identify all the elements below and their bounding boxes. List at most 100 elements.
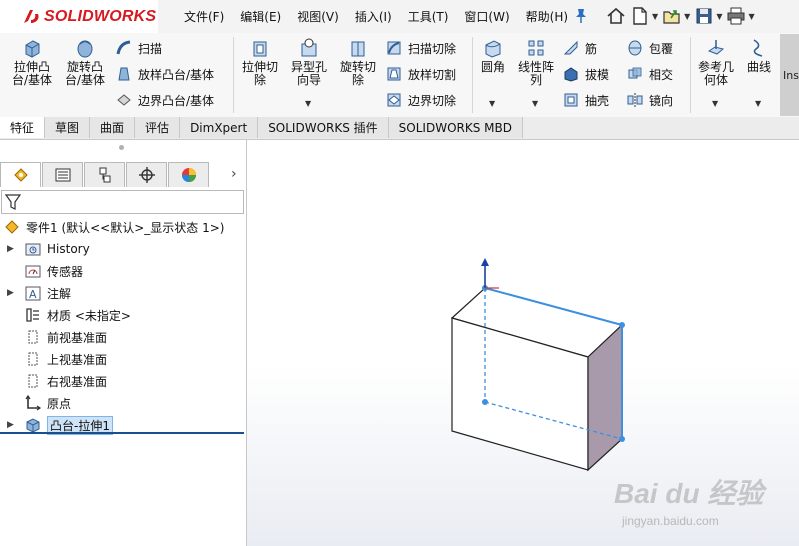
menu-view[interactable]: 视图(V)	[289, 8, 347, 25]
tree-item-top-plane[interactable]: 上视基准面	[0, 348, 246, 370]
expand-arrow-icon[interactable]: ▶	[7, 244, 14, 254]
lofted-cut-button[interactable]: 放样切割	[385, 65, 456, 83]
sweep-label: 扫描	[138, 41, 163, 56]
tab-sketch[interactable]: 草图	[45, 117, 91, 138]
solidworks-logo[interactable]: SOLIDWORKS	[0, 0, 158, 33]
chevron-down-icon[interactable]: ▼	[748, 12, 754, 21]
feature-manager-panel: › 零件1 (默认<<默认>_显示状态 1>) ▶ History 传感器 ▶ …	[0, 140, 247, 546]
draft-label: 拔模	[585, 67, 610, 82]
vertex-point[interactable]	[619, 322, 625, 328]
extrude-boss-button[interactable]: 拉伸凸 台/基体	[8, 37, 56, 87]
vertex-point[interactable]	[482, 399, 488, 405]
chevron-down-icon[interactable]: ▼	[489, 99, 495, 108]
annotation-icon: A	[25, 286, 41, 301]
extrude-cut-icon	[253, 41, 267, 57]
svg-text:A: A	[29, 288, 37, 301]
material-icon	[26, 308, 39, 322]
reference-geometry-button[interactable]: 参考几 何体	[694, 37, 738, 87]
new-document-button[interactable]: ▼	[630, 6, 658, 26]
curves-icon	[753, 39, 763, 57]
chevron-right-icon[interactable]: ›	[231, 166, 237, 182]
tab-configuration-manager[interactable]	[84, 162, 125, 187]
chevron-down-icon[interactable]: ▼	[305, 99, 311, 108]
ribbon-divider	[690, 37, 691, 113]
tab-dimxpert-manager[interactable]	[126, 162, 167, 187]
linear-pattern-button[interactable]: 线性阵 列	[514, 37, 558, 87]
tree-item-sensors[interactable]: 传感器	[0, 260, 246, 282]
swept-cut-button[interactable]: 扫描切除	[385, 39, 456, 57]
tree-filter[interactable]	[1, 190, 244, 214]
menu-edit[interactable]: 编辑(E)	[232, 8, 289, 25]
chevron-down-icon[interactable]: ▼	[755, 99, 761, 108]
panel-splitter-handle[interactable]	[119, 145, 124, 150]
tree-item-right-plane[interactable]: 右视基准面	[0, 370, 246, 392]
tab-addins[interactable]: SOLIDWORKS 插件	[258, 117, 389, 138]
expand-arrow-icon[interactable]: ▶	[7, 288, 14, 298]
tree-item-annotations[interactable]: ▶ A 注解	[0, 282, 246, 304]
tab-dimxpert[interactable]: DimXpert	[180, 117, 259, 138]
loft-boss-button[interactable]: 放样凸台/基体	[115, 65, 214, 83]
tab-mbd[interactable]: SOLIDWORKS MBD	[388, 117, 523, 138]
extrude-cut-button[interactable]: 拉伸切 除	[237, 37, 283, 87]
hole-wizard-button[interactable]: 异型孔 向导	[286, 37, 332, 87]
revolve-boss-button[interactable]: 旋转凸 台/基体	[60, 37, 110, 87]
draft-button[interactable]: 拔模	[562, 65, 609, 83]
tab-features[interactable]: 特征	[0, 117, 46, 138]
tab-property-manager[interactable]	[42, 162, 83, 187]
pin-icon[interactable]	[574, 8, 588, 24]
open-button[interactable]: ▼	[662, 6, 690, 26]
chevron-down-icon[interactable]: ▼	[716, 12, 722, 21]
shell-button[interactable]: 抽壳	[562, 91, 609, 109]
feature-manager-icon	[13, 168, 28, 182]
chevron-down-icon[interactable]: ▼	[684, 12, 690, 21]
save-button[interactable]: ▼	[694, 6, 722, 26]
menu-help[interactable]: 帮助(H)	[518, 8, 576, 25]
arrow-up-icon	[481, 258, 489, 266]
tree-item-origin[interactable]: 原点	[0, 392, 246, 414]
sweep-button[interactable]: 扫描	[115, 39, 162, 57]
mirror-button[interactable]: 镜向	[626, 91, 673, 109]
intersect-button[interactable]: 相交	[626, 65, 673, 83]
fillet-button[interactable]: 圆角	[476, 37, 510, 74]
new-document-icon	[633, 7, 647, 25]
boundary-boss-button[interactable]: 边界凸台/基体	[115, 91, 214, 109]
boundary-cut-button[interactable]: 边界切除	[385, 91, 456, 109]
menu-tools[interactable]: 工具(T)	[400, 8, 457, 25]
revolve-boss-label: 旋转凸 台/基体	[64, 60, 106, 87]
chevron-down-icon[interactable]: ▼	[532, 99, 538, 108]
tab-surfaces[interactable]: 曲面	[90, 117, 136, 138]
tree-root-part[interactable]: 零件1 (默认<<默认>_显示状态 1>)	[0, 216, 246, 238]
rib-button[interactable]: 筋	[562, 39, 597, 57]
rollback-bar[interactable]	[0, 432, 244, 434]
extrude-boss-icon	[25, 40, 40, 58]
loft-boss-icon	[118, 67, 130, 81]
tree-item-material[interactable]: 材质 <未指定>	[0, 304, 246, 326]
wrap-button[interactable]: 包覆	[626, 39, 673, 57]
tab-evaluate[interactable]: 评估	[135, 117, 181, 138]
print-button[interactable]: ▼	[726, 6, 755, 26]
tab-display-manager[interactable]	[168, 162, 209, 187]
print-icon	[727, 7, 745, 25]
chevron-down-icon[interactable]: ▼	[652, 12, 658, 21]
chevron-down-icon[interactable]: ▼	[712, 99, 718, 108]
curves-button[interactable]: 曲线	[741, 37, 777, 74]
linear-pattern-label: 线性阵 列	[517, 60, 554, 87]
tab-feature-manager[interactable]	[0, 162, 41, 187]
hole-wizard-icon	[301, 38, 317, 57]
instant3d-button[interactable]: Ins	[780, 34, 799, 116]
home-button[interactable]	[606, 6, 626, 26]
tree-item-history[interactable]: ▶ History	[0, 238, 246, 260]
expand-arrow-icon[interactable]: ▶	[7, 420, 14, 430]
graphics-area[interactable]	[247, 140, 799, 546]
menu-file[interactable]: 文件(F)	[176, 8, 232, 25]
shell-icon	[564, 93, 578, 107]
filter-icon	[5, 194, 21, 210]
revolve-cut-button[interactable]: 旋转切 除	[335, 37, 381, 87]
menu-insert[interactable]: 插入(I)	[347, 8, 400, 25]
menu-window[interactable]: 窗口(W)	[456, 8, 517, 25]
tree-item-front-plane[interactable]: 前视基准面	[0, 326, 246, 348]
save-icon	[696, 8, 712, 24]
vertex-point[interactable]	[619, 436, 625, 442]
model-viewport[interactable]	[247, 140, 799, 546]
curves-label: 曲线	[746, 60, 771, 74]
